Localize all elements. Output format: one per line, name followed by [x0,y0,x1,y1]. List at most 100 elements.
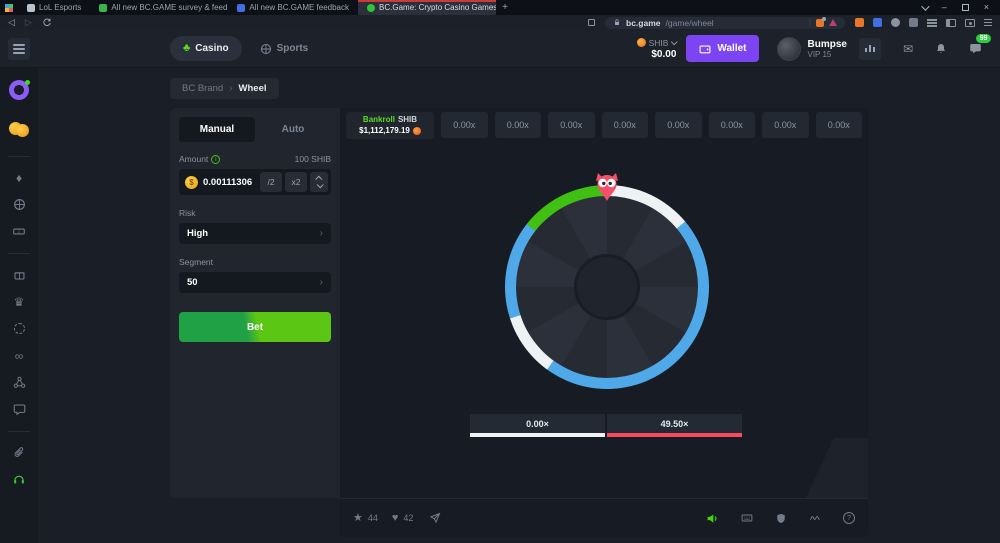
sidebar-item-rewards[interactable] [13,268,26,281]
segment-select[interactable]: 50 › [179,272,331,293]
sidebar-item-lottery[interactable]: ∞ [15,349,24,362]
left-sidebar: ♦ ♛ ∞ [0,68,38,543]
hamburger-icon [13,48,25,50]
notifications-bell-icon[interactable] [935,42,947,55]
window-maximize-button[interactable] [962,4,969,11]
warning-triangle-icon[interactable] [829,19,837,26]
workspace-icon[interactable] [0,0,18,15]
amount-input[interactable]: $ 0.00111306 /2 x2 [179,169,331,195]
favorite-star-icon[interactable]: ★ [353,513,363,524]
fairness-shield-icon[interactable] [775,512,787,525]
address-bar[interactable]: bc.game /game/wheel | [605,17,845,29]
amount-stepper[interactable] [310,172,328,192]
new-tab-button[interactable]: + [496,0,514,15]
sidebar-item-racing[interactable] [12,225,26,238]
half-amount-button[interactable]: /2 [260,172,282,192]
tab-sports[interactable]: Sports [260,43,309,55]
history-multiplier[interactable]: 0.00x [548,112,595,138]
wheel-pointer-owl-icon [594,172,620,202]
window-chevron-icon[interactable] [921,2,929,10]
browser-tab-survey[interactable]: All new BC.GAME survey & feedback [90,0,228,15]
inbox-envelope-icon[interactable]: ✉ [903,43,913,55]
history-multiplier[interactable]: 0.00x [495,112,542,138]
tab-auto[interactable]: Auto [255,117,331,142]
sidebar-toggle-icon[interactable] [946,19,956,27]
amount-value[interactable]: 0.00111306 [203,177,257,188]
coins-promo-icon [9,122,29,137]
user-meta[interactable]: Bumpse VIP 15 [807,39,846,59]
tab-casino[interactable]: ♣ Casino [170,36,242,61]
browser-tab-lol-esports[interactable]: LoL Esports [18,0,90,15]
playlist-icon[interactable] [927,19,937,27]
help-icon[interactable]: ? [843,512,855,524]
sidebar-item-coins-promo[interactable] [6,116,32,142]
outcome-bar-high: 49.50× [607,414,742,437]
bankroll-tile: BankrollSHIB $1,112,179.19 [346,112,434,139]
sidebar-menu-button[interactable] [8,38,30,60]
results-history-row: BankrollSHIB $1,112,179.19 0.00x 0.00x 0… [340,108,868,139]
extensions-puzzle-icon[interactable] [909,18,918,27]
info-icon[interactable]: i [211,155,220,164]
sidebar-item-forum[interactable] [13,403,26,416]
app-header: ♣ Casino Sports SHIB $0.00 Wallet Bumpse… [0,30,1000,68]
history-multiplier[interactable]: 0.00x [441,112,488,138]
segment-label: Segment [179,257,331,267]
sound-toggle-icon[interactable] [706,512,719,525]
back-button[interactable]: ◁ [8,18,15,27]
amount-label: Amounti [179,154,220,164]
outcome-bar-low: 0.00× [470,414,605,437]
sidebar-item-refer[interactable] [13,446,26,459]
refresh-icon[interactable] [42,18,52,28]
browser-tab-feedback[interactable]: All new BC.GAME feedback [228,0,358,15]
profile-avatar-icon[interactable] [891,18,900,27]
bet-button[interactable]: Bet [179,312,331,342]
forward-button[interactable]: ▷ [25,18,32,27]
chevron-right-icon: › [320,277,323,288]
hotkeys-keyboard-icon[interactable] [740,512,754,524]
sidebar-item-support[interactable] [12,473,26,486]
screenshot-icon[interactable] [965,19,975,27]
risk-value: High [187,228,208,239]
tab-title: All new BC.GAME survey & feedback [111,3,228,12]
double-amount-button[interactable]: x2 [285,172,307,192]
like-heart-icon[interactable]: ♥ [392,513,399,524]
stepper-down-icon[interactable] [316,182,323,189]
live-stats-wave-icon[interactable] [808,512,822,524]
balance-selector[interactable]: SHIB $0.00 [637,38,677,60]
coin-icon: $ [185,176,198,189]
history-multiplier[interactable]: 0.00x [602,112,649,138]
basketball-icon [260,43,272,55]
tab-manual[interactable]: Manual [179,117,255,142]
bookmark-icon[interactable] [588,19,595,26]
vip-progress-button[interactable] [859,38,881,60]
sidebar-item-spin[interactable] [14,322,25,335]
chat-button[interactable]: 99 [969,42,982,55]
user-avatar[interactable] [777,37,801,61]
amount-max[interactable]: 100 SHIB [295,154,331,164]
extension-icon-1[interactable] [855,18,864,27]
sidebar-item-sports[interactable] [13,198,26,211]
wallet-button[interactable]: Wallet [686,35,759,62]
history-multiplier[interactable]: 0.00x [655,112,702,138]
risk-label: Risk [179,208,331,218]
window-close-button[interactable]: × [984,3,989,12]
browser-menu-icon[interactable] [984,19,992,27]
bet-panel: Manual Auto Amounti 100 SHIB $ 0.0011130… [170,108,340,498]
sidebar-item-casino[interactable]: ♦ [16,171,22,184]
sidebar-item-affiliate[interactable] [13,376,26,389]
history-multiplier[interactable]: 0.00x [762,112,809,138]
bankroll-value: $1,112,179.19 [359,126,410,136]
window-minimize-button[interactable]: – [942,3,947,12]
extension-icon-2[interactable] [873,18,882,27]
sidebar-item-wheel-promo[interactable] [6,77,32,103]
breadcrumb-parent[interactable]: BC Brand [182,83,223,94]
share-plane-icon[interactable] [429,512,441,524]
game-stage: BankrollSHIB $1,112,179.19 0.00x 0.00x 0… [340,108,868,498]
history-multiplier[interactable]: 0.00x [709,112,756,138]
sidebar-item-vip-club[interactable]: ♛ [14,295,25,308]
browser-tab-strip: LoL Esports All new BC.GAME survey & fee… [0,0,1000,15]
risk-select[interactable]: High › [179,223,331,244]
history-multiplier[interactable]: 0.00x [816,112,863,138]
adblock-shield-icon[interactable] [816,19,824,27]
browser-tab-bcgame-active[interactable]: BC.Game: Crypto Casino Games & × [358,0,496,15]
